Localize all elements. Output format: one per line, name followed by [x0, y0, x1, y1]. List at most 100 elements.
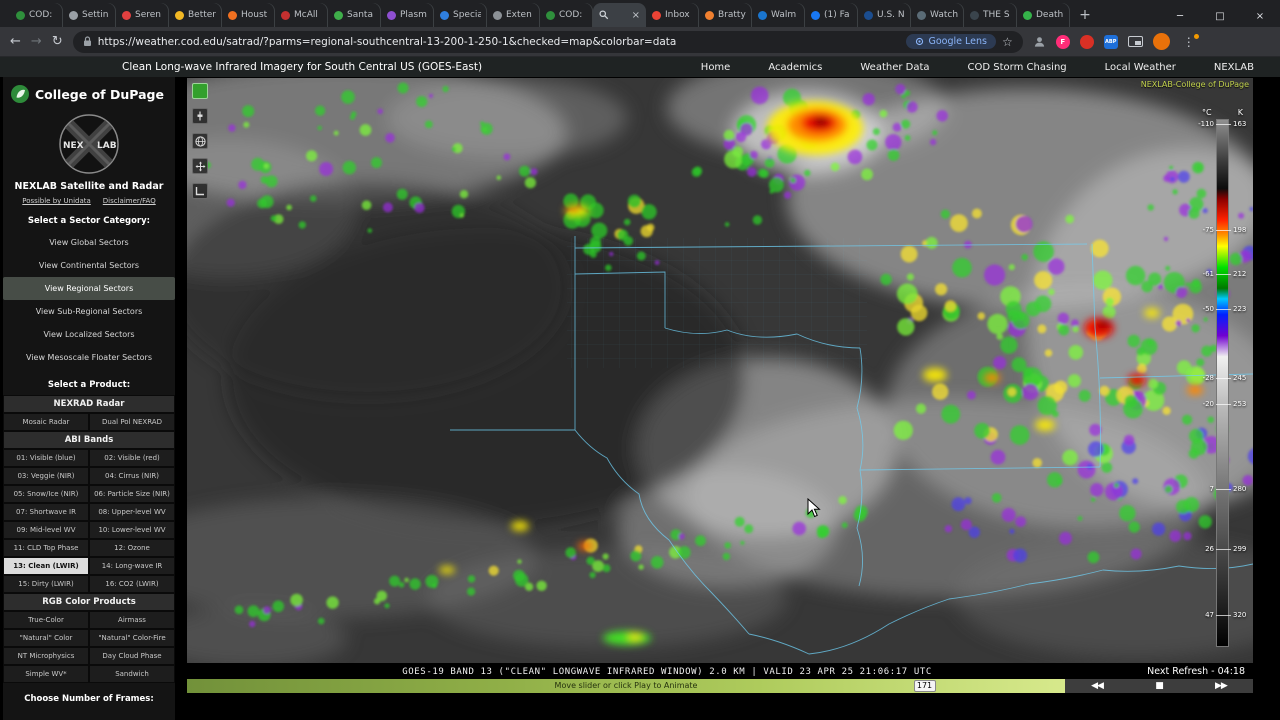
product-cell[interactable]: Airmass	[89, 611, 175, 629]
url-text: https://weather.cod.edu/satrad/?parms=re…	[97, 35, 677, 48]
sector-button[interactable]: View Mesoscale Floater Sectors	[3, 346, 175, 369]
unidata-link[interactable]: Possible by Unidata	[22, 197, 91, 205]
browser-tab[interactable]: Death	[1017, 3, 1070, 27]
slider-handle[interactable]: 171	[913, 680, 936, 692]
browser-tab[interactable]: Seren	[116, 3, 169, 27]
product-cell[interactable]: 11: CLD Top Phase	[3, 539, 89, 557]
update-dot	[1193, 33, 1199, 39]
product-cell[interactable]: Dual Pol NEXRAD	[89, 413, 175, 431]
product-cell[interactable]: 08: Upper-level WV	[89, 503, 175, 521]
browser-tab[interactable]: Settin	[63, 3, 116, 27]
browser-tab[interactable]: McAll	[275, 3, 328, 27]
new-tab-button[interactable]: +	[1074, 4, 1096, 26]
pan-arrows-icon[interactable]	[192, 158, 208, 174]
satellite-map[interactable]: NEXLAB-College of DuPage °C K -110 163 -75…	[187, 78, 1253, 663]
refresh-button[interactable]: ↻	[52, 35, 63, 48]
product-cell[interactable]: 09: Mid-level WV	[3, 521, 89, 539]
product-cell[interactable]: 10: Lower-level WV	[89, 521, 175, 539]
browser-tab[interactable]: Walm	[752, 3, 805, 27]
browser-tab[interactable]: Exten	[487, 3, 540, 27]
browser-tab[interactable]: Better	[169, 3, 222, 27]
page-body: College of DuPage NEX LAB NEXLAB Satelli…	[0, 77, 1280, 720]
address-bar[interactable]: https://weather.cod.edu/satrad/?parms=re…	[72, 30, 1023, 53]
lens-icon	[916, 37, 924, 46]
nav-cod-storm-chasing[interactable]: COD Storm Chasing	[968, 62, 1067, 73]
product-cell[interactable]: 13: Clean (LWIR)	[3, 557, 89, 575]
product-cell[interactable]: 07: Shortwave IR	[3, 503, 89, 521]
browser-tab[interactable]: U.S. N	[858, 3, 911, 27]
nav-nexlab[interactable]: NEXLAB	[1214, 62, 1254, 73]
browser-tab[interactable]: COD:	[10, 3, 63, 27]
product-cell[interactable]: 05: Snow/Ice (NIR)	[3, 485, 89, 503]
browser-tab[interactable]: (1) Fa	[805, 3, 858, 27]
animation-slider[interactable]: Move slider or click Play to Animate 171	[187, 679, 1065, 693]
product-cell[interactable]: "Natural" Color-Fire	[89, 629, 175, 647]
tab-title: Seren	[135, 10, 161, 20]
nav-academics[interactable]: Academics	[768, 62, 822, 73]
tab-favicon-icon	[493, 10, 502, 20]
profile-avatar[interactable]	[1152, 33, 1170, 50]
nav-local-weather[interactable]: Local Weather	[1105, 62, 1176, 73]
product-cell[interactable]: 06: Particle Size (NIR)	[89, 485, 175, 503]
extension-adblock-icon[interactable]	[1079, 34, 1094, 49]
sector-button[interactable]: View Regional Sectors	[3, 277, 175, 300]
product-cell[interactable]: 02: Visible (red)	[89, 449, 175, 467]
maximize-button[interactable]: □	[1200, 3, 1240, 30]
product-cell[interactable]: 04: Cirrus (NIR)	[89, 467, 175, 485]
product-cell[interactable]: 14: Long-wave IR	[89, 557, 175, 575]
browser-tab[interactable]: Watch	[911, 3, 964, 27]
site-info-lock-icon[interactable]	[83, 36, 92, 47]
profile-sync-icon[interactable]	[1033, 35, 1046, 48]
product-cell[interactable]: 16: CO2 (LWIR)	[89, 575, 175, 593]
product-cell[interactable]: 03: Veggie (NIR)	[3, 467, 89, 485]
selection-swatch-button[interactable]	[192, 83, 208, 99]
sector-button[interactable]: View Global Sectors	[3, 231, 175, 254]
next-refresh-timer: Next Refresh - 04:18	[1147, 666, 1245, 677]
close-button[interactable]: ×	[1240, 3, 1280, 30]
cod-brand[interactable]: College of DuPage	[3, 77, 175, 107]
step-forward-button[interactable]: ▶▶	[1215, 681, 1228, 691]
product-cell[interactable]: Mosaic Radar	[3, 413, 89, 431]
extension-fandom-icon[interactable]: F	[1055, 34, 1070, 49]
back-button[interactable]: ←	[10, 35, 21, 48]
globe-icon[interactable]	[192, 133, 208, 149]
browser-tab[interactable]: Bratty	[699, 3, 752, 27]
sector-button[interactable]: View Localized Sectors	[3, 323, 175, 346]
step-back-button[interactable]: ◀◀	[1091, 681, 1104, 691]
product-cell[interactable]: 12: Ozone	[89, 539, 175, 557]
product-cell[interactable]: 15: Dirty (LWIR)	[3, 575, 89, 593]
lens-label: Google Lens	[928, 36, 987, 47]
browser-tab[interactable]: ×	[593, 3, 646, 27]
browser-menu-icon[interactable]: ⋮	[1180, 33, 1199, 49]
browser-tab[interactable]: THE S	[964, 3, 1017, 27]
nav-weather-data[interactable]: Weather Data	[860, 62, 929, 73]
nav-home[interactable]: Home	[701, 62, 731, 73]
google-lens-button[interactable]: Google Lens	[906, 34, 996, 49]
minimize-button[interactable]: ─	[1160, 3, 1200, 30]
sector-button[interactable]: View Continental Sectors	[3, 254, 175, 277]
sector-button[interactable]: View Sub-Regional Sectors	[3, 300, 175, 323]
site-nav: Home Academics Weather Data COD Storm Chasi…	[701, 62, 1254, 73]
browser-tab[interactable]: COD:	[540, 3, 593, 27]
product-cell[interactable]: Day Cloud Phase	[89, 647, 175, 665]
bookmark-star-icon[interactable]: ☆	[1002, 35, 1013, 49]
extension-abp-icon[interactable]: ABP	[1103, 34, 1118, 49]
browser-tab[interactable]: Houst	[222, 3, 275, 27]
product-cell[interactable]: Simple WV*	[3, 665, 89, 683]
product-cell[interactable]: Sandwich	[89, 665, 175, 683]
browser-tab[interactable]: Plasm	[381, 3, 434, 27]
product-cell[interactable]: "Natural" Color	[3, 629, 89, 647]
stop-button[interactable]: ■	[1155, 681, 1163, 691]
browser-tab[interactable]: Inbox	[646, 3, 699, 27]
product-cell[interactable]: 01: Visible (blue)	[3, 449, 89, 467]
ruler-icon[interactable]	[192, 183, 208, 199]
zoom-slider-button[interactable]	[192, 108, 208, 124]
forward-button[interactable]: →	[31, 35, 42, 48]
tab-close-icon[interactable]: ×	[632, 10, 640, 21]
picture-in-picture-icon[interactable]	[1127, 36, 1143, 47]
browser-tab[interactable]: Santa	[328, 3, 381, 27]
disclaimer-link[interactable]: Disclaimer/FAQ	[103, 197, 156, 205]
product-cell[interactable]: True-Color	[3, 611, 89, 629]
product-cell[interactable]: NT Microphysics	[3, 647, 89, 665]
browser-tab[interactable]: Specia	[434, 3, 487, 27]
